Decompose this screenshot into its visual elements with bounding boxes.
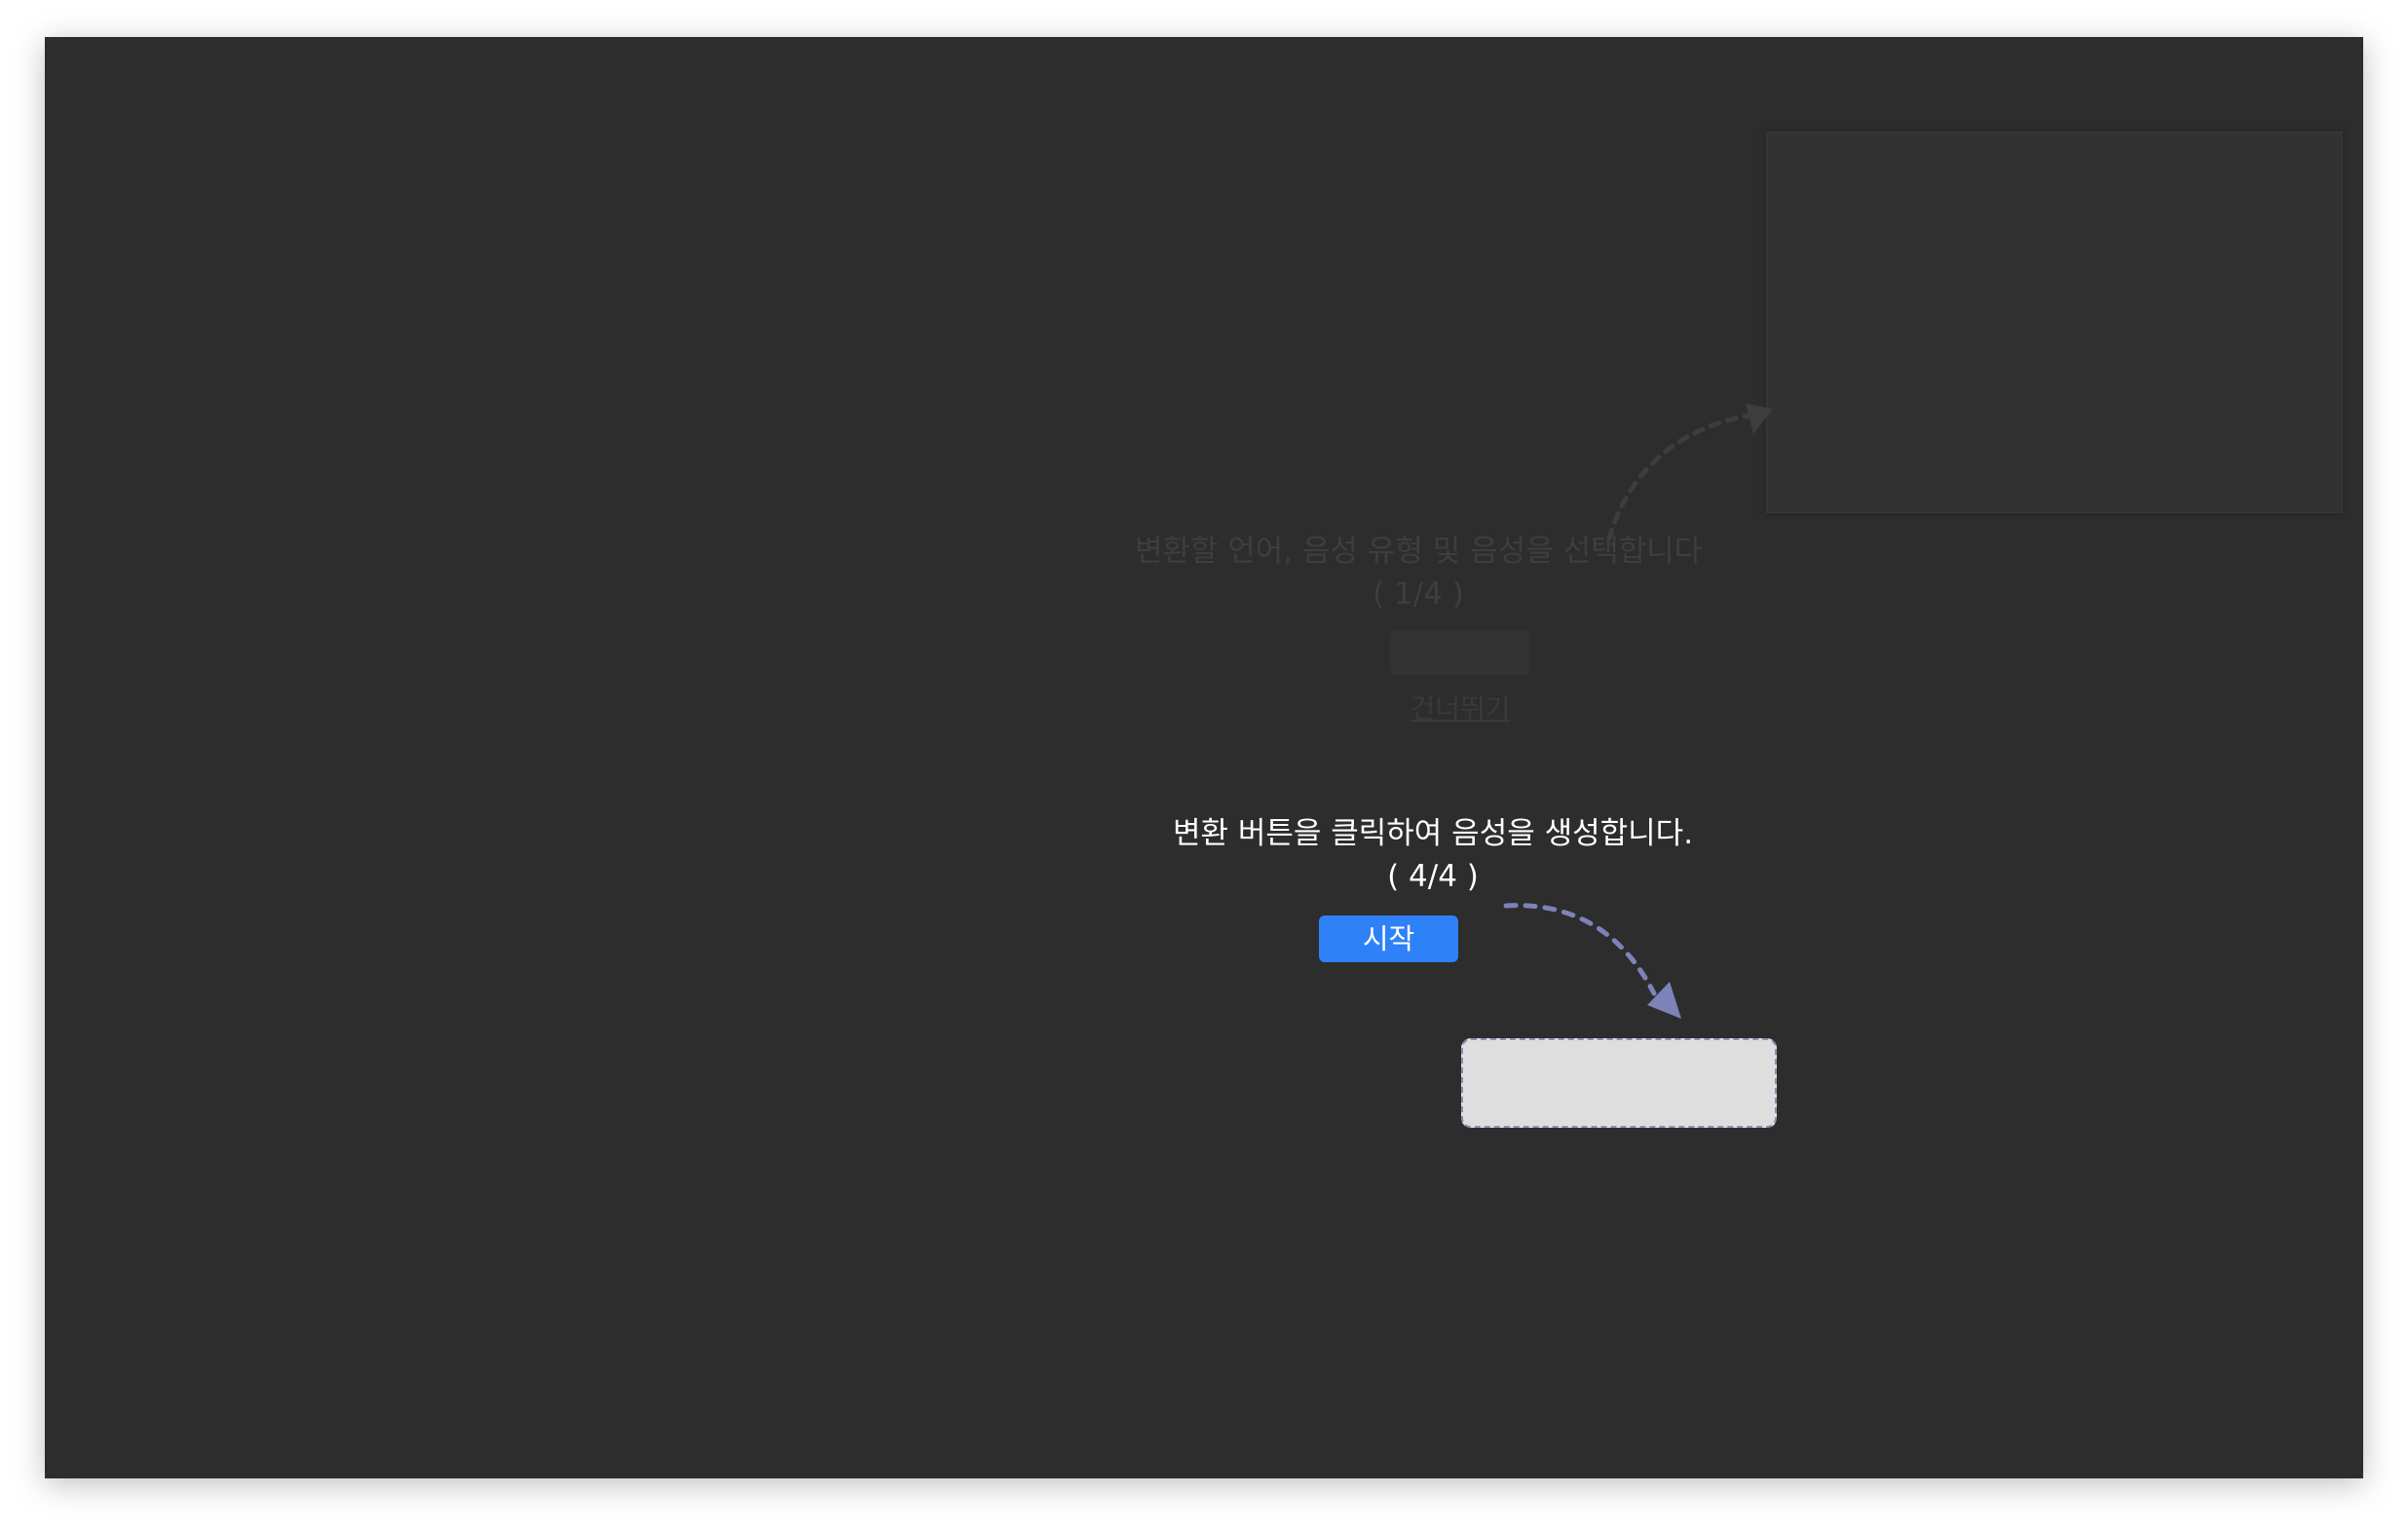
tip-step-counter: ( 4/4 ) — [1387, 859, 1479, 894]
previous-step-title: 변환할 언어, 음성 유형 및 음성을 선택합니다 — [1134, 534, 1703, 569]
start-button[interactable]: 시작 — [1319, 915, 1458, 962]
pointer-arrow-icon — [1503, 903, 1681, 1019]
tip-title: 변환 버튼을 클릭하여 음성을 생성합니다. — [1172, 816, 1694, 851]
convert-button-highlight[interactable] — [1461, 1038, 1777, 1128]
previous-step-arrow-icon — [1606, 403, 1773, 541]
previous-highlight-panel — [1766, 131, 2343, 513]
previous-skip-link: 건너뛰기 — [1410, 692, 1511, 725]
tutorial-overlay: 변환할 언어, 음성 유형 및 음성을 선택합니다 ( 1/4 ) 건너뛰기 변… — [45, 37, 2363, 1478]
previous-step-counter: ( 1/4 ) — [1373, 577, 1464, 612]
previous-step-button — [1390, 630, 1529, 675]
